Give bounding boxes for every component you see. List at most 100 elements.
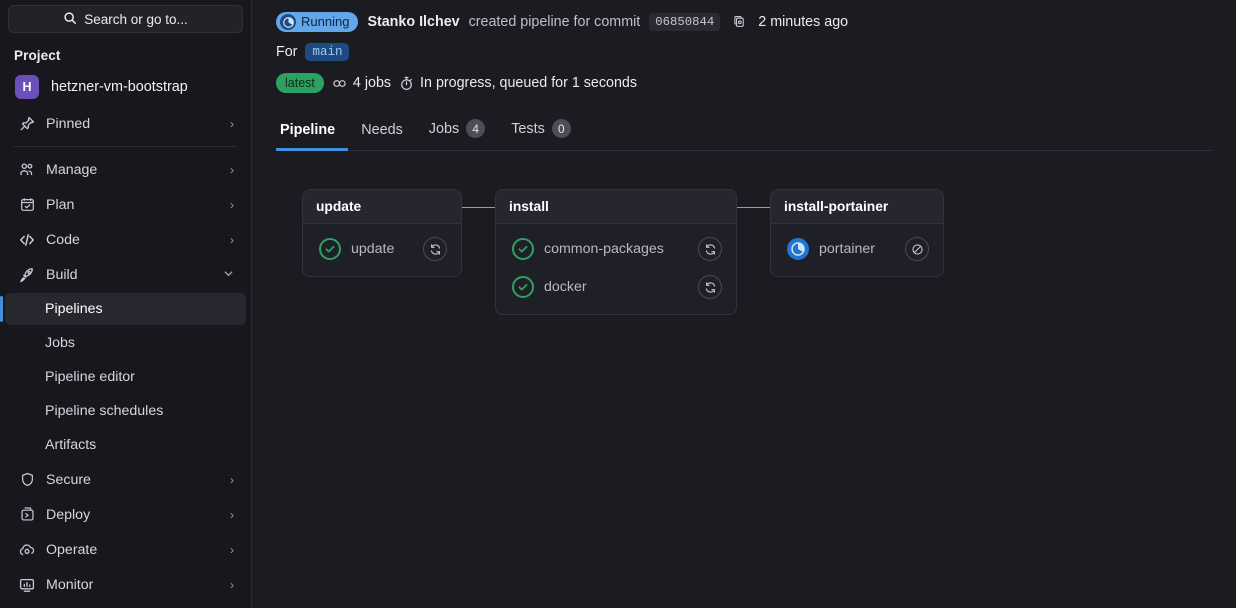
- tab-jobs[interactable]: Jobs 4: [416, 113, 498, 151]
- chevron-right-icon: ›: [230, 197, 234, 212]
- running-pie-icon: [280, 14, 296, 30]
- sidebar-item-label: Secure: [46, 471, 91, 488]
- stage-connector: [737, 207, 770, 208]
- job-row[interactable]: docker: [500, 268, 732, 306]
- code-icon: [19, 232, 35, 248]
- pipeline-action-text: created pipeline for commit: [468, 14, 641, 30]
- stage-name: update: [303, 190, 461, 224]
- sidebar-item-deploy[interactable]: Deploy ›: [5, 498, 246, 531]
- pipeline-stage-install-portainer: install-portainer portainer: [770, 189, 944, 277]
- sidebar-subitem-label: Jobs: [45, 335, 75, 351]
- stage-name: install-portainer: [771, 190, 943, 224]
- job-name: docker: [544, 279, 587, 295]
- running-pie-icon: [787, 238, 809, 260]
- pipeline-meta-line: latest 4 jobs In progress, queued for 1 …: [276, 61, 1212, 93]
- users-icon: [19, 162, 35, 178]
- sidebar-item-jobs[interactable]: Jobs: [5, 327, 246, 359]
- sidebar-item-code[interactable]: Code ›: [5, 223, 246, 256]
- job-row[interactable]: portainer: [775, 230, 939, 268]
- sidebar-subitem-label: Pipeline editor: [45, 369, 135, 385]
- link-icon: [332, 76, 347, 91]
- sidebar-item-project[interactable]: H hetzner-vm-bootstrap: [5, 69, 246, 105]
- sidebar-item-plan[interactable]: Plan ›: [5, 188, 246, 221]
- chevron-right-icon: ›: [230, 577, 234, 592]
- check-circle-icon: [512, 238, 534, 260]
- job-name: update: [351, 241, 395, 257]
- pipeline-tabs: Pipeline Needs Jobs 4 Tests 0: [276, 113, 1212, 151]
- job-name: common-packages: [544, 241, 664, 257]
- page-title-clipped: [252, 0, 1236, 7]
- sidebar-item-label: Manage: [46, 161, 98, 178]
- sidebar-item-pipelines[interactable]: Pipelines: [0, 293, 246, 325]
- tab-count-badge: 4: [466, 119, 486, 138]
- chevron-right-icon: ›: [230, 472, 234, 487]
- chevron-right-icon: ›: [230, 116, 234, 131]
- sidebar-item-secure[interactable]: Secure ›: [5, 463, 246, 496]
- retry-icon[interactable]: [423, 237, 447, 261]
- app-root: Search or go to... Project H hetzner-vm-…: [0, 0, 1236, 608]
- retry-icon[interactable]: [698, 275, 722, 299]
- ref-badge[interactable]: main: [305, 43, 350, 61]
- sidebar-item-label: Plan: [46, 196, 75, 213]
- stopwatch-icon: [399, 76, 414, 91]
- commit-sha[interactable]: 06850844: [649, 13, 721, 31]
- job-row[interactable]: update: [307, 230, 457, 268]
- sidebar-item-label: Deploy: [46, 506, 91, 523]
- jobs-count-label: 4 jobs: [352, 75, 392, 91]
- stage-card: install-portainer portainer: [770, 189, 944, 277]
- stage-connector: [462, 207, 495, 208]
- operate-icon: [19, 542, 35, 558]
- chevron-right-icon: ›: [230, 162, 234, 177]
- sidebar-item-artifacts[interactable]: Artifacts: [5, 429, 246, 461]
- chevron-right-icon: ›: [230, 232, 234, 247]
- sidebar-section-label: Project: [14, 48, 61, 63]
- calendar-icon: [19, 197, 35, 213]
- clipboard-copy-icon[interactable]: [729, 12, 749, 32]
- retry-icon[interactable]: [698, 237, 722, 261]
- pipeline-stage-install: install common-packages docker: [495, 189, 737, 315]
- status-badge[interactable]: Running: [276, 12, 359, 32]
- shield-icon: [19, 472, 35, 488]
- main-inner: Running Stanko Ilchev created pipeline f…: [252, 7, 1236, 315]
- sidebar-item-pipeline-schedules[interactable]: Pipeline schedules: [5, 395, 246, 427]
- search-input[interactable]: Search or go to...: [8, 5, 243, 33]
- pipeline-author[interactable]: Stanko Ilchev: [367, 14, 459, 30]
- cancel-icon[interactable]: [905, 237, 929, 261]
- monitor-icon: [19, 577, 35, 593]
- tab-tests[interactable]: Tests 0: [498, 113, 584, 151]
- main-content: Running Stanko Ilchev created pipeline f…: [252, 0, 1236, 608]
- tab-needs[interactable]: Needs: [348, 116, 416, 151]
- sidebar-item-operate[interactable]: Operate ›: [5, 533, 246, 566]
- sidebar-item-label: Pinned: [46, 115, 91, 132]
- tab-label: Jobs: [428, 120, 460, 137]
- project-avatar: H: [15, 75, 39, 99]
- stage-jobs: update: [303, 224, 461, 276]
- sidebar-item-label: Code: [46, 231, 80, 248]
- pipeline-graph: update update install common-packages do…: [276, 151, 1212, 315]
- page-title: [276, 0, 1236, 7]
- job-name: portainer: [819, 241, 875, 257]
- stage-name: install: [496, 190, 736, 224]
- search-wrapper: Search or go to...: [0, 0, 251, 40]
- pipeline-status-line: Running Stanko Ilchev created pipeline f…: [276, 7, 1212, 32]
- sidebar-item-pipeline-editor[interactable]: Pipeline editor: [5, 361, 246, 393]
- stage-card: install common-packages docker: [495, 189, 737, 315]
- stage-jobs: portainer: [771, 224, 943, 276]
- pipeline-stage-update: update update: [302, 189, 462, 277]
- latest-badge: latest: [276, 73, 324, 93]
- sidebar: Search or go to... Project H hetzner-vm-…: [0, 0, 252, 608]
- sidebar-item-pinned[interactable]: Pinned ›: [5, 107, 246, 140]
- pipeline-duration-text: In progress, queued for 1 seconds: [420, 75, 638, 91]
- jobs-count[interactable]: 4 jobs: [332, 75, 391, 91]
- sidebar-subitem-label: Artifacts: [45, 437, 97, 453]
- job-row[interactable]: common-packages: [500, 230, 732, 268]
- sidebar-item-build[interactable]: Build: [5, 258, 246, 291]
- sidebar-item-manage[interactable]: Manage ›: [5, 153, 246, 186]
- status-badge-label: Running: [301, 14, 350, 29]
- pipeline-duration: In progress, queued for 1 seconds: [399, 75, 637, 91]
- tab-label: Pipeline: [280, 122, 336, 138]
- sidebar-item-monitor[interactable]: Monitor ›: [5, 568, 246, 601]
- tab-pipeline[interactable]: Pipeline: [276, 116, 349, 151]
- chevron-right-icon: ›: [230, 507, 234, 522]
- search-icon: [63, 11, 77, 28]
